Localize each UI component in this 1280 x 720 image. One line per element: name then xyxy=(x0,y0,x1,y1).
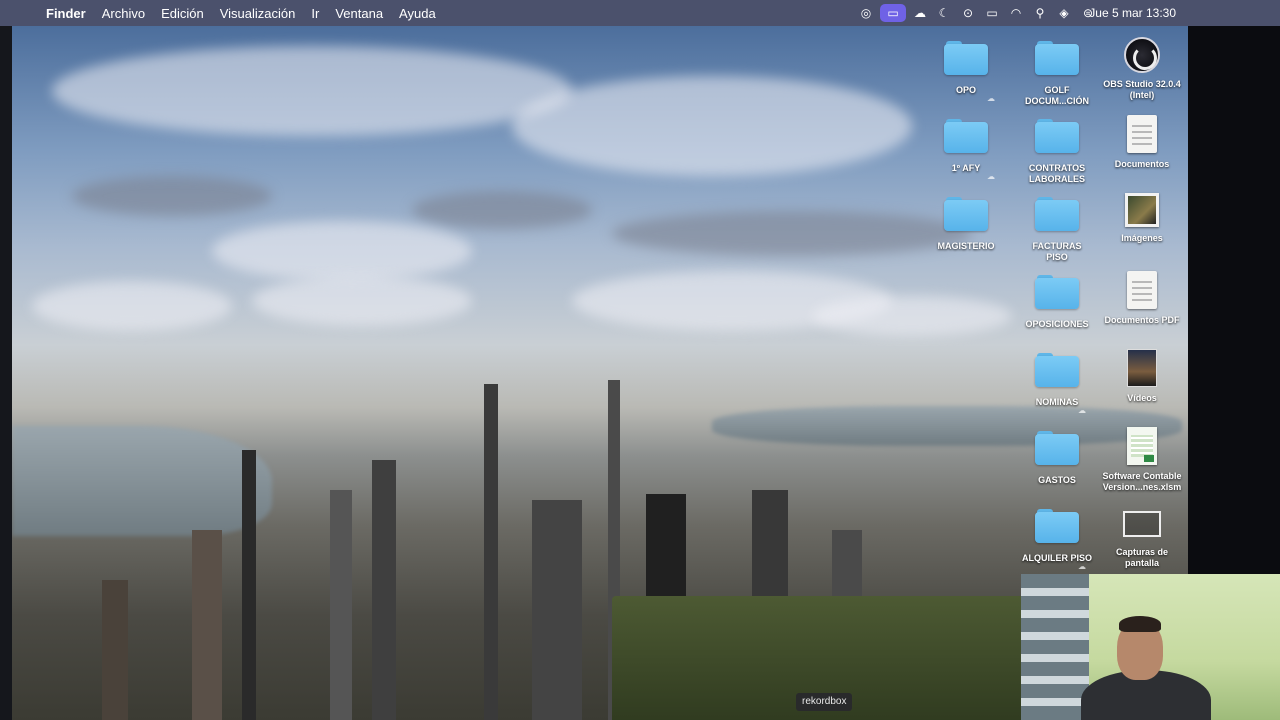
desktop-icon-label: Documentos xyxy=(1114,159,1170,169)
folder-icon xyxy=(1035,195,1079,231)
webcam-shelf xyxy=(1021,574,1089,720)
desktop-icon[interactable]: ALQUILER PISO ☁ xyxy=(1010,505,1104,581)
webcam-overlay xyxy=(1021,574,1280,720)
image-file-icon xyxy=(1125,193,1159,227)
icloud-status-icon: ☁ xyxy=(1078,406,1086,415)
icloud-status-icon: ☁ xyxy=(1078,562,1086,571)
focus-moon-icon[interactable]: ☾ xyxy=(932,0,956,26)
siri-icon[interactable]: ◈ xyxy=(1052,0,1076,26)
desktop-icon[interactable]: GASTOS xyxy=(1010,427,1104,503)
record-icon[interactable]: ⊙ xyxy=(956,0,980,26)
desktop-icon[interactable]: Capturas de pantalla xyxy=(1095,505,1189,581)
screenshot-folder-icon xyxy=(1123,511,1161,537)
desktop-icon[interactable]: FACTURAS PISO xyxy=(1010,193,1104,269)
menu-ventana[interactable]: Ventana xyxy=(327,6,391,21)
tooltip: rekordbox xyxy=(796,693,853,711)
icloud-status-icon: ☁ xyxy=(987,172,995,181)
desktop-icon[interactable]: OPO ☁ xyxy=(919,37,1013,113)
folder-icon xyxy=(944,39,988,75)
status-app-icon[interactable]: ◎ xyxy=(854,0,878,26)
desktop-icon-label: Vídeos xyxy=(1127,393,1157,403)
menu-ir[interactable]: Ir xyxy=(303,6,327,21)
menu-ayuda[interactable]: Ayuda xyxy=(391,6,444,21)
menubar-clock[interactable]: Jue 5 mar 13:30 xyxy=(1089,0,1176,26)
menu-visualizacion[interactable]: Visualización xyxy=(212,6,304,21)
icloud-status-icon: ☁ xyxy=(987,94,995,103)
desktop-icon-label: NOMINAS xyxy=(1035,397,1079,407)
desktop-icon[interactable]: Imágenes xyxy=(1095,193,1189,269)
spotlight-search-icon[interactable]: ⚲ xyxy=(1028,0,1052,26)
desktop-icon-label: ALQUILER PISO xyxy=(1021,553,1092,563)
desktop: Finder Archivo Edición Visualización Ir … xyxy=(0,0,1280,720)
desktop-icon-label: OBS Studio 32.0.4 (Intel) xyxy=(1103,79,1181,100)
desktop-icon[interactable]: NOMINAS ☁ xyxy=(1010,349,1104,425)
desktop-icon[interactable]: Documentos xyxy=(1095,115,1189,191)
desktop-icon[interactable]: GOLF DOCUM...CIÓN xyxy=(1010,37,1104,113)
status-area: ◎ ▭ ☁ ☾ ⊙ ▭ ◠ ⚲ ◈ ⊜ xyxy=(854,0,1100,26)
desktop-icon[interactable]: OBS Studio 32.0.4 (Intel) xyxy=(1095,37,1189,113)
cloud-icon[interactable]: ☁ xyxy=(908,0,932,26)
desktop-icon-label: Capturas de pantalla xyxy=(1115,547,1168,568)
desktop-icon[interactable]: 1º AFY ☁ xyxy=(919,115,1013,191)
desktop-icon-label: CONTRATOS LABORALES xyxy=(1028,163,1086,184)
desktop-icon[interactable]: Vídeos xyxy=(1095,349,1189,425)
desktop-icon-label: FACTURAS PISO xyxy=(1032,241,1082,262)
desktop-icon-label: Documentos PDF xyxy=(1104,315,1180,325)
folder-icon xyxy=(1035,117,1079,153)
spreadsheet-icon xyxy=(1127,427,1157,465)
battery-icon[interactable]: ▭ xyxy=(980,0,1004,26)
folder-icon xyxy=(1035,273,1079,309)
folder-icon xyxy=(1035,39,1079,75)
wifi-icon[interactable]: ◠ xyxy=(1004,0,1028,26)
folder-icon xyxy=(944,117,988,153)
menu-bar: Finder Archivo Edición Visualización Ir … xyxy=(0,0,1280,26)
desktop-icon-label: Imágenes xyxy=(1121,233,1163,243)
desktop-icon[interactable]: OPOSICIONES xyxy=(1010,271,1104,347)
left-screen-edge xyxy=(0,26,12,720)
desktop-icon-label: Software Contable Version...nes.xlsm xyxy=(1102,471,1182,492)
folder-icon xyxy=(944,195,988,231)
document-icon xyxy=(1127,271,1157,309)
folder-icon xyxy=(1035,507,1079,543)
menu-edicion[interactable]: Edición xyxy=(153,6,212,21)
desktop-icon[interactable]: CONTRATOS LABORALES xyxy=(1010,115,1104,191)
desktop-icon-label: GASTOS xyxy=(1038,475,1076,485)
desktop-icon-label: 1º AFY xyxy=(951,163,981,173)
folder-icon xyxy=(1035,351,1079,387)
video-file-icon xyxy=(1127,349,1157,387)
document-icon xyxy=(1127,115,1157,153)
desktop-icon-label: MAGISTERIO xyxy=(937,241,995,251)
desktop-icon-label: OPOSICIONES xyxy=(1025,319,1089,329)
webcam-person-hair xyxy=(1119,616,1161,632)
obs-app-icon xyxy=(1124,37,1160,73)
right-screen-edge xyxy=(1188,26,1280,576)
desktop-icon[interactable]: Software Contable Version...nes.xlsm xyxy=(1095,427,1189,503)
desktop-icon-label: GOLF DOCUM...CIÓN xyxy=(1025,85,1089,106)
folder-icon xyxy=(1035,429,1079,465)
menu-app-name[interactable]: Finder xyxy=(38,6,94,21)
screen-mirror-icon[interactable]: ▭ xyxy=(880,4,906,22)
menu-archivo[interactable]: Archivo xyxy=(94,6,153,21)
desktop-icon-label: OPO xyxy=(955,85,976,95)
desktop-icon[interactable]: MAGISTERIO xyxy=(919,193,1013,269)
desktop-icon[interactable]: Documentos PDF xyxy=(1095,271,1189,347)
